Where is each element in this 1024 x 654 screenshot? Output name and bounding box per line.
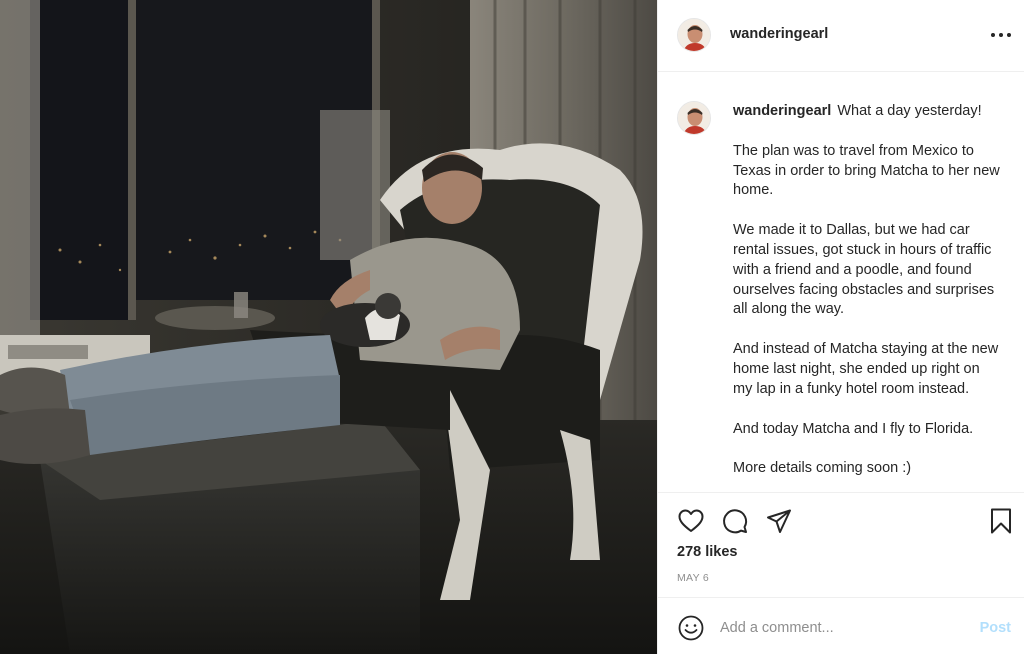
caption-username[interactable]: wanderingearl [733, 103, 831, 119]
more-options-icon[interactable] [989, 25, 1013, 45]
post-comment-button[interactable]: Post [980, 620, 1011, 636]
avatar[interactable] [677, 18, 711, 52]
caption-paragraph: What a day yesterday! [837, 103, 982, 119]
caption-paragraph: And instead of Matcha staying at the new… [733, 341, 999, 397]
post-photo[interactable] [0, 0, 657, 654]
dot [1007, 33, 1011, 37]
post-details-panel: wanderingearl wanderingearl What a day y… [657, 0, 1024, 654]
avatar-image [678, 102, 710, 134]
comment-input[interactable] [720, 615, 960, 641]
caption-paragraph: The plan was to travel from Mexico to Te… [733, 142, 1000, 199]
comments-section[interactable]: wanderingearl What a day yesterday! The … [658, 73, 1024, 491]
likes-count[interactable]: 278 likes [677, 544, 737, 560]
caption-paragraph: And today Matcha and I fly to Florida. [733, 420, 974, 437]
post-date[interactable]: MAY 6 [677, 572, 709, 584]
avatar-image [678, 19, 710, 51]
caption-paragraph: We made it to Dallas, but we had car ren… [733, 222, 995, 318]
comment-bubble-icon[interactable] [721, 507, 749, 535]
add-comment-bar: Post [658, 597, 1024, 654]
dot [999, 33, 1003, 37]
bookmark-icon[interactable] [987, 507, 1015, 535]
caption-paragraph: More details coming soon :) [733, 460, 912, 477]
post-actions: 278 likes MAY 6 [658, 492, 1024, 597]
smiley-icon[interactable] [677, 614, 705, 642]
post-username[interactable]: wanderingearl [730, 26, 828, 42]
caption-avatar[interactable] [677, 101, 711, 135]
paper-plane-icon[interactable] [765, 507, 793, 535]
post-caption: wanderingearl What a day yesterday! The … [733, 102, 1001, 479]
post-image [0, 0, 657, 654]
post-header: wanderingearl [658, 0, 1024, 72]
dot [991, 33, 995, 37]
heart-icon[interactable] [677, 507, 705, 535]
